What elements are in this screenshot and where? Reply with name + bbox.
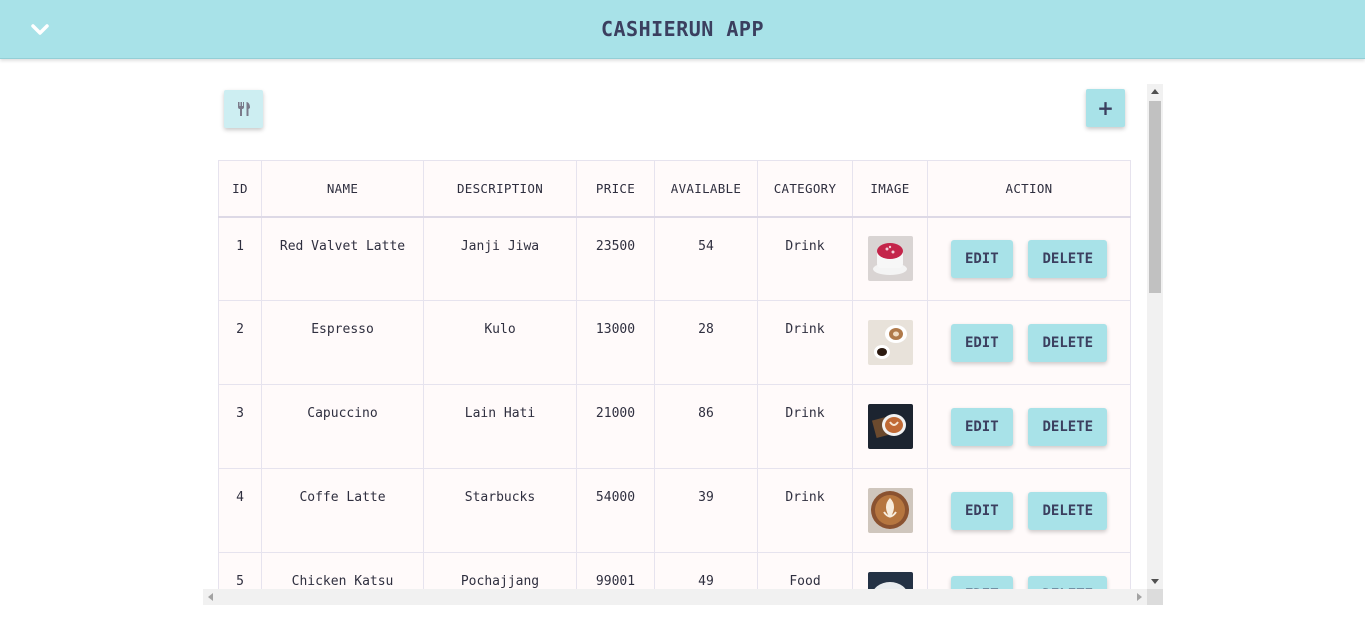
- product-image: [867, 404, 913, 449]
- table-row: 3 Capuccino Lain Hati 21000 86 Drink EDI…: [218, 384, 1131, 469]
- column-header-name[interactable]: NAME: [261, 160, 424, 218]
- cell-available: 54: [654, 216, 758, 301]
- column-header-id[interactable]: ID: [218, 160, 262, 218]
- products-table: ID NAME DESCRIPTION PRICE AVAILABLE CATE…: [218, 160, 1131, 589]
- delete-button[interactable]: DELETE: [1028, 323, 1108, 362]
- table-row: 2 Espresso Kulo 13000 28 Drink EDIT DELE…: [218, 300, 1131, 385]
- column-header-category[interactable]: CATEGORY: [757, 160, 853, 218]
- vertical-scrollbar[interactable]: [1147, 84, 1163, 589]
- cell-name: Espresso: [261, 300, 424, 385]
- table-row: 1 Red Valvet Latte Janji Jiwa 23500 54 D…: [218, 216, 1131, 301]
- delete-button[interactable]: DELETE: [1028, 575, 1108, 589]
- column-header-available[interactable]: AVAILABLE: [654, 160, 758, 218]
- cell-name: Red Valvet Latte: [261, 216, 424, 301]
- menu-button[interactable]: [224, 90, 263, 128]
- product-image: [867, 572, 913, 589]
- scroll-down-icon[interactable]: [1151, 579, 1159, 584]
- cell-name: Coffe Latte: [261, 468, 424, 553]
- cell-image: [852, 468, 928, 553]
- cell-id: 5: [218, 552, 262, 589]
- cell-price: 99001: [576, 552, 655, 589]
- delete-button[interactable]: DELETE: [1028, 239, 1108, 278]
- edit-button[interactable]: EDIT: [950, 407, 1013, 446]
- column-header-description[interactable]: DESCRIPTION: [423, 160, 577, 218]
- cell-description: Starbucks: [423, 468, 577, 553]
- edit-button[interactable]: EDIT: [950, 323, 1013, 362]
- edit-button[interactable]: EDIT: [950, 239, 1013, 278]
- product-image: [867, 488, 913, 533]
- cell-actions: EDIT DELETE: [927, 552, 1131, 589]
- column-header-image[interactable]: IMAGE: [852, 160, 928, 218]
- edit-button[interactable]: EDIT: [950, 491, 1013, 530]
- cell-actions: EDIT DELETE: [927, 216, 1131, 301]
- cell-actions: EDIT DELETE: [927, 468, 1131, 553]
- add-label: +: [1097, 96, 1114, 120]
- delete-button[interactable]: DELETE: [1028, 407, 1108, 446]
- cell-description: Pochajjang: [423, 552, 577, 589]
- cell-actions: EDIT DELETE: [927, 300, 1131, 385]
- cell-description: Janji Jiwa: [423, 216, 577, 301]
- table-row: 4 Coffe Latte Starbucks 54000 39 Drink E…: [218, 468, 1131, 553]
- cell-image: [852, 384, 928, 469]
- cell-id: 4: [218, 468, 262, 553]
- edit-button[interactable]: EDIT: [950, 575, 1013, 589]
- cell-category: Food: [757, 552, 853, 589]
- scroll-left-icon[interactable]: [208, 593, 213, 601]
- scrollbar-corner: [1147, 589, 1163, 605]
- cell-price: 54000: [576, 468, 655, 553]
- product-image: [867, 320, 913, 365]
- add-product-button[interactable]: +: [1086, 89, 1125, 127]
- cell-category: Drink: [757, 468, 853, 553]
- cell-actions: EDIT DELETE: [927, 384, 1131, 469]
- cell-price: 13000: [576, 300, 655, 385]
- cell-available: 86: [654, 384, 758, 469]
- cell-description: Kulo: [423, 300, 577, 385]
- cell-name: Capuccino: [261, 384, 424, 469]
- cell-image: [852, 300, 928, 385]
- cell-id: 3: [218, 384, 262, 469]
- products-panel: + ID NAME DESCRIPTION PRICE AVAILABLE CA…: [203, 84, 1163, 605]
- cell-name: Chicken Katsu: [261, 552, 424, 589]
- column-header-action[interactable]: ACTION: [927, 160, 1131, 218]
- cell-image: [852, 216, 928, 301]
- delete-button[interactable]: DELETE: [1028, 491, 1108, 530]
- table-header-row: ID NAME DESCRIPTION PRICE AVAILABLE CATE…: [218, 160, 1131, 218]
- scroll-up-icon[interactable]: [1151, 89, 1159, 94]
- cell-category: Drink: [757, 300, 853, 385]
- column-header-price[interactable]: PRICE: [576, 160, 655, 218]
- horizontal-scrollbar[interactable]: [203, 589, 1147, 605]
- cell-id: 1: [218, 216, 262, 301]
- cell-id: 2: [218, 300, 262, 385]
- cell-available: 39: [654, 468, 758, 553]
- cell-category: Drink: [757, 384, 853, 469]
- utensils-icon: [237, 102, 250, 116]
- scroll-right-icon[interactable]: [1137, 593, 1142, 601]
- table-row: 5 Chicken Katsu Pochajjang 99001 49 Food: [218, 552, 1131, 589]
- cell-price: 23500: [576, 216, 655, 301]
- cell-description: Lain Hati: [423, 384, 577, 469]
- product-image: [867, 236, 913, 282]
- cell-price: 21000: [576, 384, 655, 469]
- vertical-scroll-thumb[interactable]: [1149, 101, 1161, 293]
- cell-category: Drink: [757, 216, 853, 301]
- cell-available: 28: [654, 300, 758, 385]
- app-title: CASHIERUN APP: [600, 17, 765, 41]
- cell-available: 49: [654, 552, 758, 589]
- app-header: CASHIERUN APP: [0, 0, 1365, 59]
- products-viewport: + ID NAME DESCRIPTION PRICE AVAILABLE CA…: [203, 84, 1147, 589]
- cell-image: [852, 552, 928, 589]
